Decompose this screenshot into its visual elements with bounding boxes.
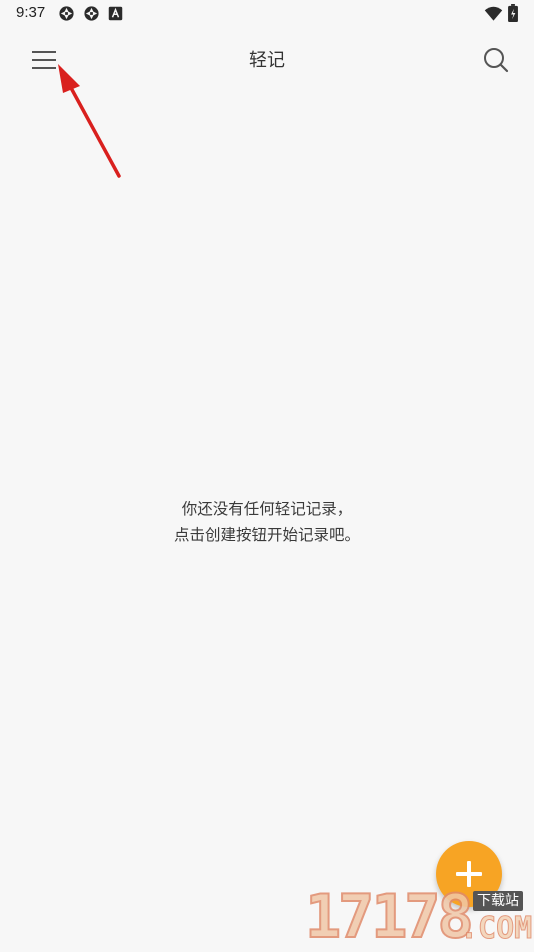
status-bar: 9:37 <box>0 0 534 28</box>
search-icon <box>484 48 509 73</box>
search-button[interactable] <box>474 38 518 82</box>
aperture-icon <box>59 6 74 21</box>
battery-icon <box>508 4 518 23</box>
watermark-digits: 17178 <box>304 882 475 952</box>
wifi-icon <box>484 6 503 21</box>
empty-state-line-2: 点击创建按钮开始记录吧。 <box>173 526 360 544</box>
aperture-icon <box>84 6 99 21</box>
empty-state-line-1: 你还没有任何轻记记录， <box>181 500 353 518</box>
annotation-arrow <box>58 64 121 178</box>
a-badge-icon <box>108 6 123 21</box>
watermark-domain: .COM <box>459 911 533 947</box>
app-bar: 轻记 <box>0 28 534 88</box>
status-time: 9:37 <box>16 4 46 21</box>
empty-state-message: 你还没有任何轻记记录， 点击创建按钮开始记录吧。 <box>0 496 534 548</box>
app-title: 轻记 <box>249 50 285 71</box>
watermark-sublabel: 下载站 <box>473 891 523 911</box>
watermark-logo: 17178 .COM 下载站 <box>304 882 534 952</box>
